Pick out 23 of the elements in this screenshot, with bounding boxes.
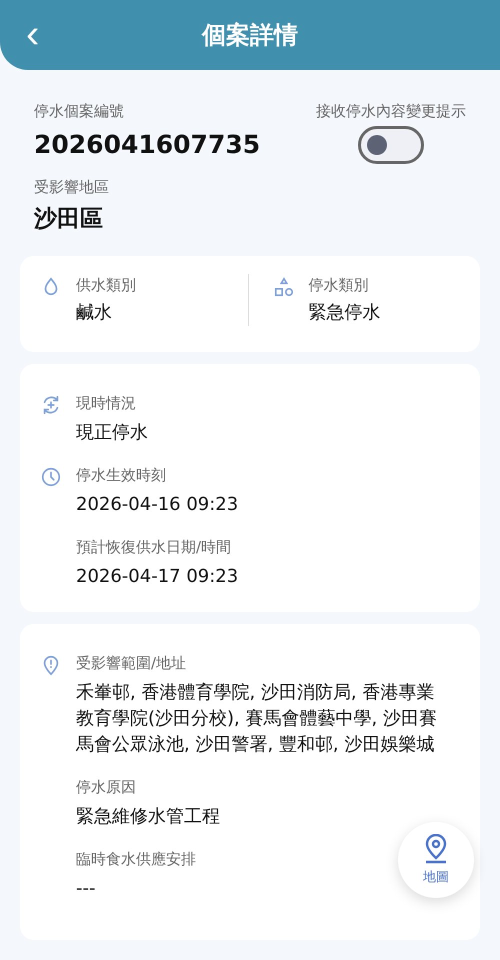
field-label: 預計恢復供水日期/時間: [76, 537, 232, 558]
field-value: 2026-04-17 09:23: [76, 565, 238, 589]
field-value: 2026-04-16 09:23: [76, 493, 238, 517]
field-label: 臨時食水供應安排: [76, 849, 196, 870]
field-label: 受影響範圍/地址: [76, 653, 188, 674]
case-number-label: 停水個案編號: [34, 101, 125, 122]
field-value: 現正停水: [76, 421, 148, 445]
field-value: 禾輋邨, 香港體育學院, 沙田消防局, 香港專業教育學院(沙田分校), 賽馬會體藝中學, 沙田賽馬會公眾泳池, 沙田警署, 豐和邨, 沙田娛樂城: [76, 681, 438, 757]
district-value: 沙田區: [34, 205, 104, 234]
page-title: 個案詳情: [202, 20, 298, 51]
type-label: 供水類別: [76, 275, 136, 296]
field-value: 緊急維修水管工程: [76, 805, 220, 829]
type-label: 停水類別: [308, 275, 370, 296]
district-label: 受影響地區: [34, 177, 110, 198]
case-number: 2026041607735: [34, 129, 262, 161]
notify-label: 接收停水內容變更提示: [316, 101, 466, 122]
field-label: 停水生效時刻: [76, 465, 167, 486]
type-value: 緊急停水: [308, 301, 380, 325]
field-label: 停水原因: [76, 777, 137, 798]
type-value: 鹹水: [76, 301, 113, 325]
field-value: ---: [76, 877, 96, 901]
back-button[interactable]: ‹: [22, 14, 44, 54]
field-label: 現時情況: [76, 393, 137, 414]
